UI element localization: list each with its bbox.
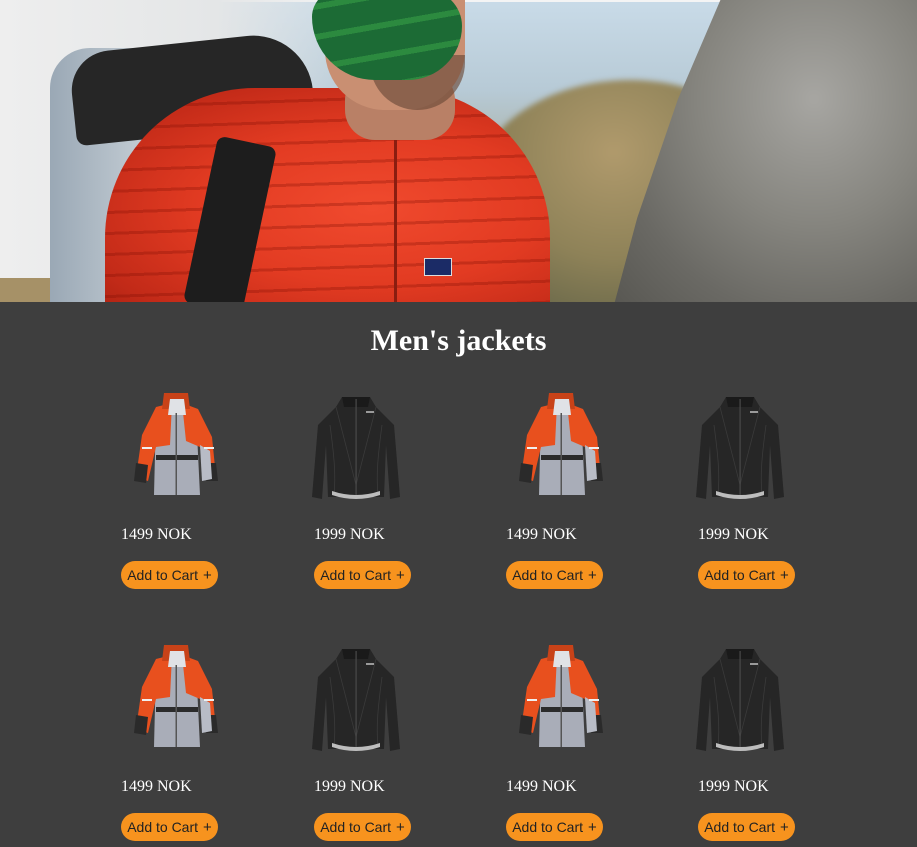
product-price: 1999 NOK <box>314 778 385 795</box>
plus-icon: + <box>588 566 597 584</box>
plus-icon: + <box>780 566 789 584</box>
product-card: 1499 NOK Add to Cart + <box>506 637 636 847</box>
orange-jacket-image[interactable] <box>511 637 611 757</box>
hero-banner <box>0 0 917 302</box>
plus-icon: + <box>396 566 405 584</box>
add-to-cart-button[interactable]: Add to Cart + <box>121 561 218 589</box>
plus-icon: + <box>203 818 212 836</box>
add-to-cart-button[interactable]: Add to Cart + <box>506 813 603 841</box>
add-to-cart-label: Add to Cart <box>704 819 776 835</box>
product-card: 1999 NOK Add to Cart + <box>314 637 444 847</box>
add-to-cart-button[interactable]: Add to Cart + <box>506 561 603 589</box>
product-card: 1999 NOK Add to Cart + <box>698 637 828 847</box>
product-price: 1999 NOK <box>698 778 769 795</box>
add-to-cart-button[interactable]: Add to Cart + <box>698 813 795 841</box>
add-to-cart-label: Add to Cart <box>704 567 776 583</box>
add-to-cart-button[interactable]: Add to Cart + <box>314 561 411 589</box>
product-price: 1999 NOK <box>314 526 385 543</box>
black-jacket-image[interactable] <box>690 385 790 505</box>
plus-icon: + <box>588 818 597 836</box>
orange-jacket-image[interactable] <box>126 637 226 757</box>
black-jacket-image[interactable] <box>690 637 790 757</box>
product-card: 1999 NOK Add to Cart + <box>314 385 444 605</box>
product-card: 1999 NOK Add to Cart + <box>698 385 828 605</box>
add-to-cart-label: Add to Cart <box>512 567 584 583</box>
product-card: 1499 NOK Add to Cart + <box>121 637 251 847</box>
product-card: 1499 NOK Add to Cart + <box>121 385 251 605</box>
page-title: Men's jackets <box>370 324 547 357</box>
orange-jacket-image[interactable] <box>126 385 226 505</box>
add-to-cart-label: Add to Cart <box>512 819 584 835</box>
add-to-cart-button[interactable]: Add to Cart + <box>314 813 411 841</box>
plus-icon: + <box>780 818 789 836</box>
hero-jacket-logo <box>424 258 452 276</box>
product-card: 1499 NOK Add to Cart + <box>506 385 636 605</box>
orange-jacket-image[interactable] <box>511 385 611 505</box>
black-jacket-image[interactable] <box>306 385 406 505</box>
product-price: 1499 NOK <box>121 778 192 795</box>
add-to-cart-label: Add to Cart <box>320 567 392 583</box>
add-to-cart-label: Add to Cart <box>127 567 199 583</box>
product-price: 1499 NOK <box>506 526 577 543</box>
add-to-cart-button[interactable]: Add to Cart + <box>698 561 795 589</box>
product-price: 1499 NOK <box>121 526 192 543</box>
plus-icon: + <box>203 566 212 584</box>
black-jacket-image[interactable] <box>306 637 406 757</box>
add-to-cart-button[interactable]: Add to Cart + <box>121 813 218 841</box>
add-to-cart-label: Add to Cart <box>320 819 392 835</box>
plus-icon: + <box>396 818 405 836</box>
hero-jacket-quilting <box>105 88 550 302</box>
add-to-cart-label: Add to Cart <box>127 819 199 835</box>
hero-jacket-zipper <box>394 130 397 302</box>
product-price: 1499 NOK <box>506 778 577 795</box>
product-price: 1999 NOK <box>698 526 769 543</box>
